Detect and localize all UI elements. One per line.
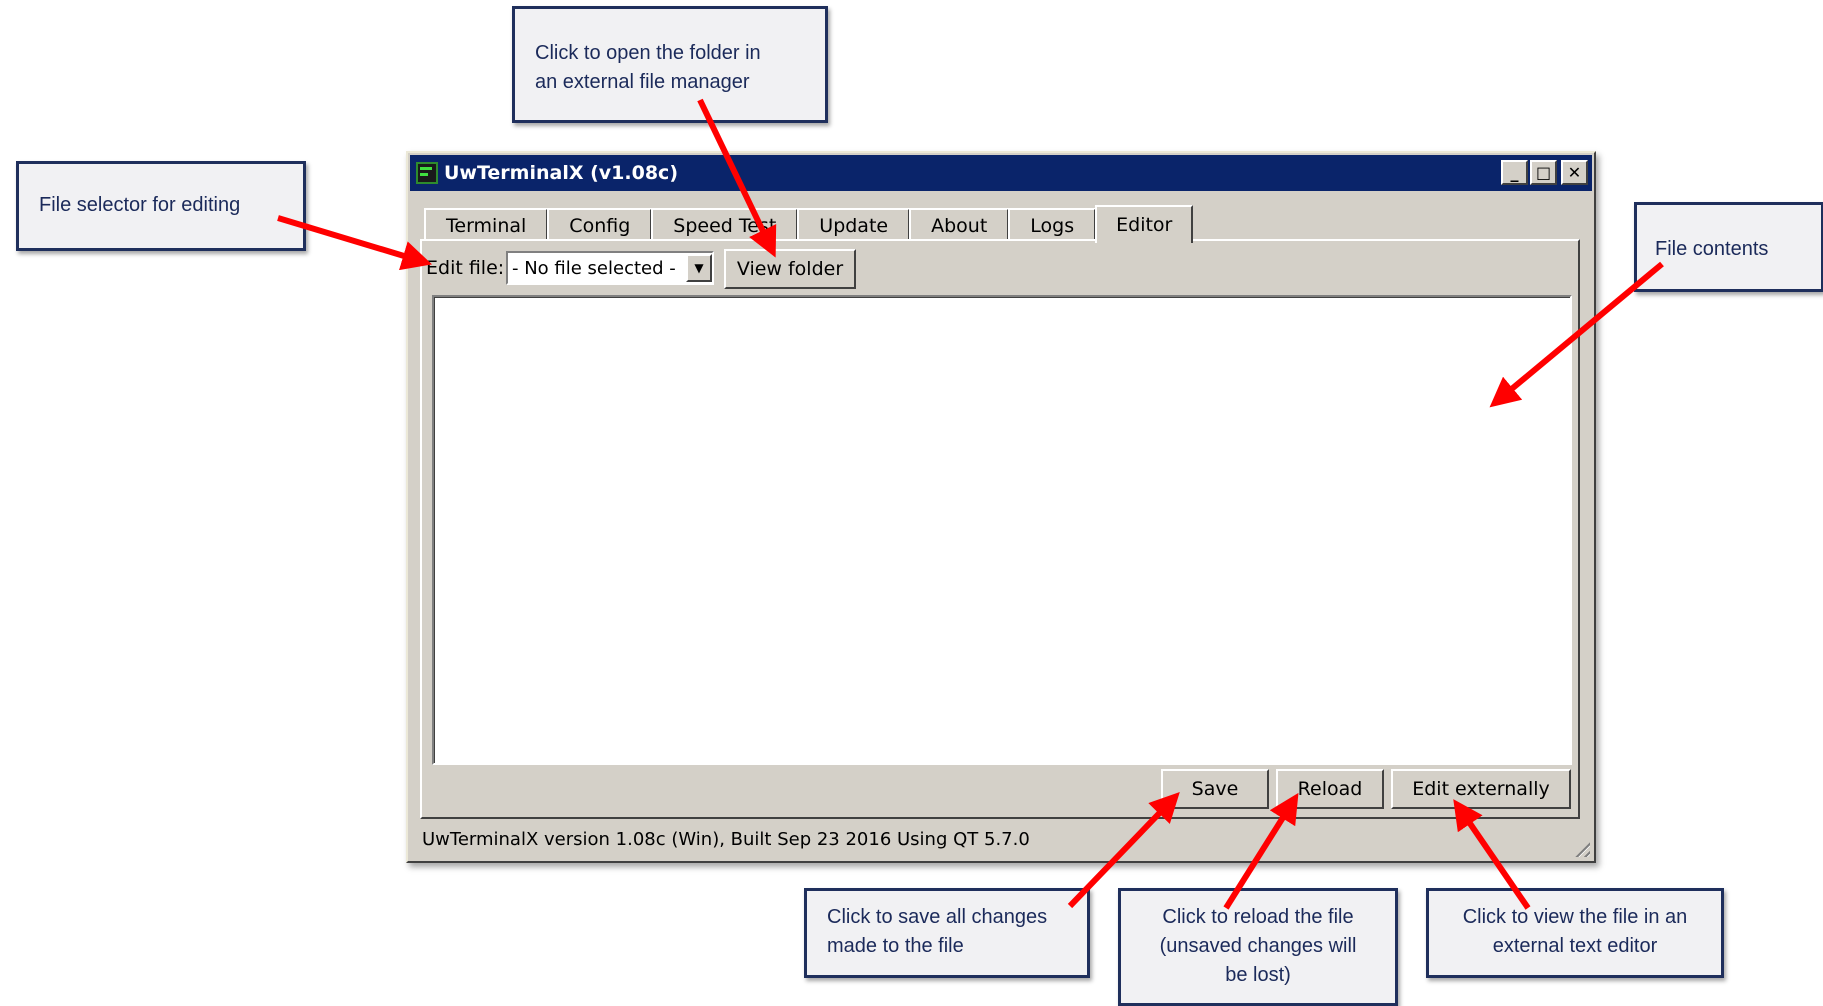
arrow-reload	[1223, 792, 1299, 910]
arrow-save	[1067, 791, 1180, 909]
callout-arrows	[277, 98, 1664, 910]
arrow-file-contents	[1489, 261, 1664, 408]
arrow-edit-externally	[1453, 799, 1531, 910]
arrow-file-selector	[277, 215, 433, 271]
arrow-view-folder	[697, 98, 777, 258]
tab-editor[interactable]: Editor	[1095, 205, 1194, 243]
